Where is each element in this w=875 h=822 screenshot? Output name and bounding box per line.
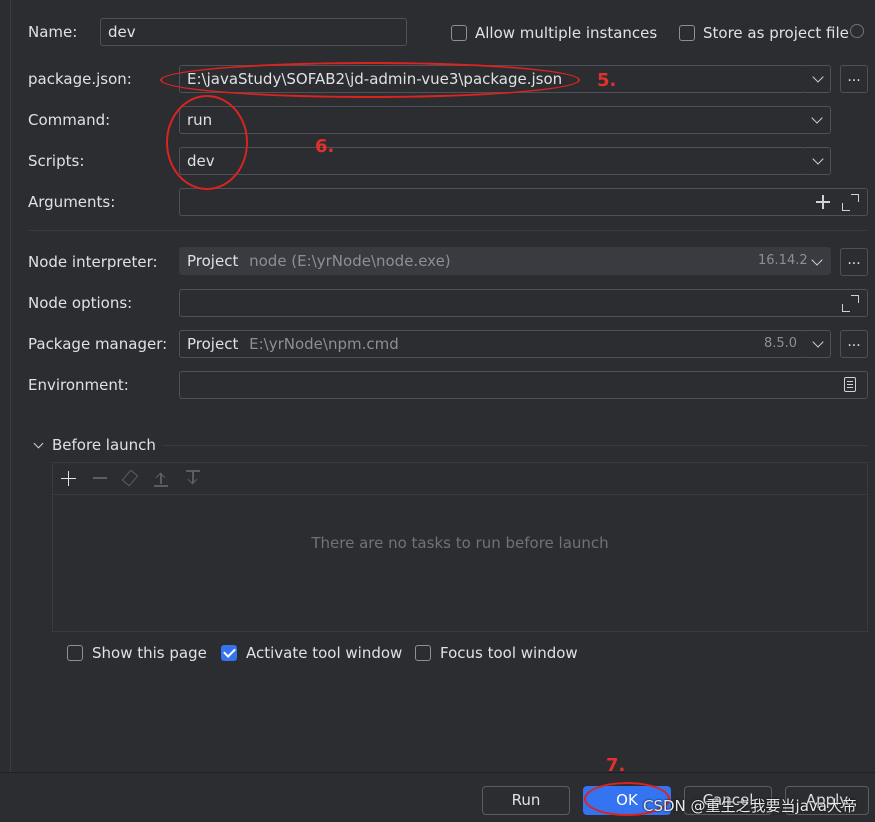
watermark: CSDN @重生之我要当java大帝 <box>643 797 857 815</box>
annotation-ellipse-package-json <box>160 62 580 98</box>
name-field[interactable]: dev <box>100 18 407 46</box>
allow-multiple-label: Allow multiple instances <box>475 24 658 42</box>
focus-tool-window-label: Focus tool window <box>440 644 578 662</box>
store-project-label: Store as project file <box>703 24 849 42</box>
show-page-checkbox[interactable] <box>67 645 83 661</box>
package-manager-browse-button[interactable]: ... <box>840 330 868 358</box>
environment-label: Environment: <box>28 376 129 394</box>
annotation-step5: 5. <box>597 70 617 91</box>
gear-icon[interactable] <box>850 24 864 38</box>
edit-task-icon[interactable] <box>121 469 139 487</box>
package-json-dropdown[interactable] <box>805 65 831 93</box>
scripts-field[interactable]: dev <box>179 147 806 175</box>
annotation-ellipse-command-scripts <box>166 95 248 190</box>
store-project-checkbox[interactable] <box>679 25 695 41</box>
scripts-label: Scripts: <box>28 152 85 170</box>
chevron-down-icon <box>812 153 824 165</box>
node-interpreter-label: Node interpreter: <box>28 253 158 271</box>
show-page-label: Show this page <box>92 644 207 662</box>
node-interpreter-browse-button[interactable]: ... <box>840 248 868 276</box>
node-interpreter-select[interactable]: Project node (E:\yrNode\node.exe) 16.14.… <box>179 247 831 275</box>
before-launch-divider <box>163 445 868 446</box>
chevron-down-icon <box>811 254 823 266</box>
name-label: Name: <box>28 23 78 41</box>
chevron-down-icon <box>812 71 824 83</box>
node-options-label: Node options: <box>28 294 133 312</box>
scripts-dropdown[interactable] <box>805 147 831 175</box>
package-manager-dropdown[interactable] <box>805 330 831 358</box>
before-launch-panel: There are no tasks to run before launch <box>52 462 868 632</box>
run-button[interactable]: Run <box>482 786 570 815</box>
focus-tool-window-checkbox[interactable] <box>415 645 431 661</box>
package-manager-label: Package manager: <box>28 335 168 353</box>
move-up-icon[interactable] <box>154 471 168 487</box>
package-manager-path: E:\yrNode\npm.cmd <box>249 335 399 353</box>
expand-icon[interactable] <box>842 194 859 211</box>
node-interpreter-path: node (E:\yrNode\node.exe) <box>249 252 451 270</box>
package-manager-field[interactable]: Project E:\yrNode\npm.cmd 8.5.0 <box>179 330 806 358</box>
remove-task-icon[interactable] <box>93 477 107 479</box>
package-json-browse-button[interactable]: ... <box>840 65 868 93</box>
command-label: Command: <box>28 111 111 129</box>
allow-multiple-checkbox[interactable] <box>451 25 467 41</box>
node-options-field[interactable] <box>179 289 868 317</box>
collapse-chevron-icon[interactable] <box>33 438 44 449</box>
empty-tasks-text: There are no tasks to run before launch <box>311 534 609 552</box>
activate-tool-window-label: Activate tool window <box>246 644 403 662</box>
package-json-label: package.json: <box>28 70 132 88</box>
node-version: 16.14.2 <box>758 253 808 268</box>
add-task-icon[interactable] <box>61 471 76 486</box>
add-icon[interactable] <box>816 195 830 209</box>
section-divider <box>28 230 868 231</box>
command-select[interactable]: run <box>179 106 831 134</box>
annotation-step7: 7. <box>606 755 626 776</box>
environment-field[interactable] <box>179 371 868 399</box>
chevron-down-icon <box>812 336 824 348</box>
package-manager-version: 8.5.0 <box>764 336 798 351</box>
before-launch-toolbar <box>53 463 867 495</box>
activate-tool-window-checkbox[interactable] <box>221 645 237 661</box>
edit-environment-icon[interactable] <box>844 377 856 392</box>
left-divider <box>10 0 11 772</box>
arguments-label: Arguments: <box>28 193 116 211</box>
arguments-field[interactable] <box>179 188 868 216</box>
move-down-icon[interactable] <box>186 470 200 486</box>
chevron-down-icon <box>811 112 823 124</box>
expand-icon[interactable] <box>842 295 859 312</box>
before-launch-title[interactable]: Before launch <box>52 435 156 455</box>
annotation-step6: 6. <box>315 136 335 157</box>
